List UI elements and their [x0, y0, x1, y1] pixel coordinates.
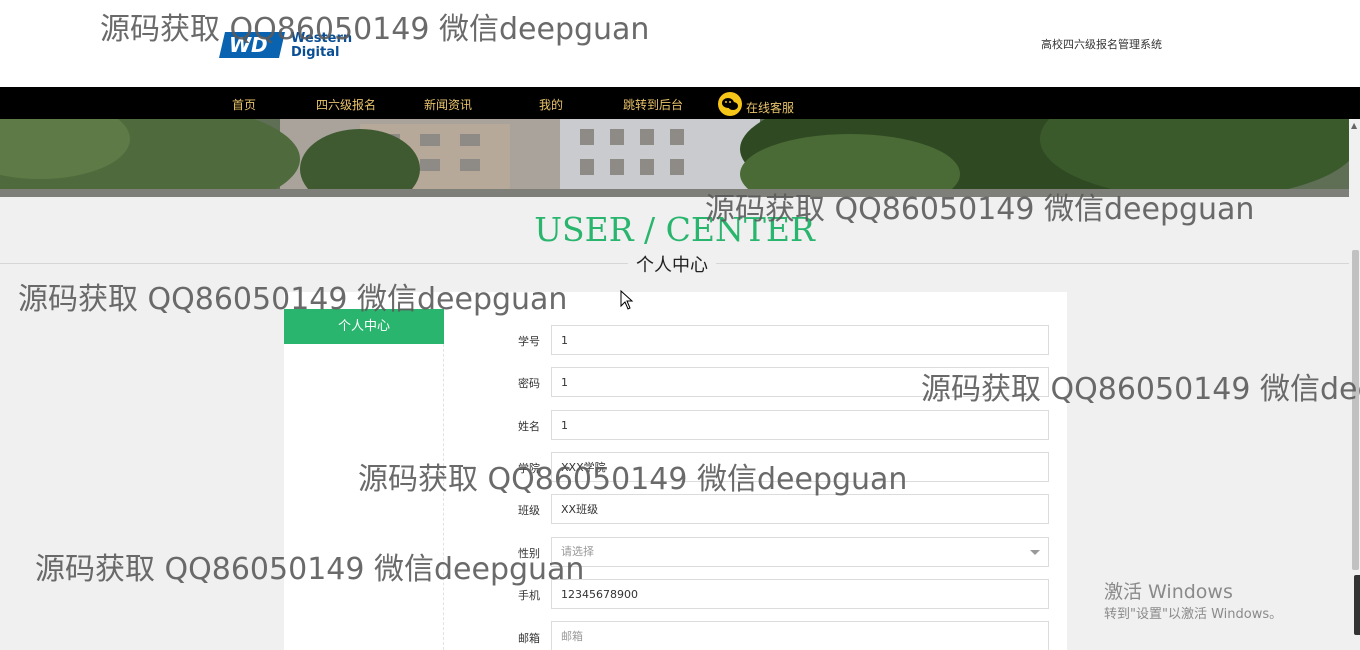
wechat-icon — [718, 92, 742, 116]
phone-label: 手机 — [518, 589, 540, 602]
mouse-cursor-icon — [620, 290, 634, 310]
email-input[interactable] — [551, 621, 1049, 650]
college-input[interactable] — [551, 452, 1049, 482]
name-label: 姓名 — [518, 420, 540, 433]
gender-select-placeholder: 请选择 — [561, 545, 594, 558]
sidebar-item-user-center[interactable]: 个人中心 — [284, 309, 444, 344]
email-label: 邮箱 — [518, 632, 540, 645]
page-title-en: USER / CENTER — [534, 210, 815, 249]
site-logo[interactable]: WD Western Digital — [219, 28, 371, 60]
name-input[interactable] — [551, 410, 1049, 440]
nav-admin[interactable]: 跳转到后台 — [623, 96, 683, 113]
password-input[interactable] — [551, 367, 1049, 397]
gender-select[interactable]: 请选择 — [551, 537, 1049, 567]
windows-activation-title: 激活 Windows — [1104, 581, 1233, 603]
chevron-down-icon — [1030, 550, 1040, 555]
side-tab[interactable] — [1354, 575, 1360, 635]
online-service-label: 在线客服 — [746, 100, 795, 115]
nav-home[interactable]: 首页 — [232, 96, 256, 113]
scrollbar-thumb[interactable] — [1352, 250, 1359, 570]
site-title: 高校四六级报名管理系统 — [1041, 38, 1162, 51]
class-label: 班级 — [518, 504, 540, 517]
scroll-up-icon[interactable]: ▲ — [1351, 121, 1357, 130]
nav-mine[interactable]: 我的 — [539, 96, 563, 113]
nav-cet-registration[interactable]: 四六级报名 — [316, 96, 376, 113]
banner-image — [0, 119, 1349, 197]
password-label: 密码 — [518, 377, 540, 390]
top-header: WD Western Digital 高校四六级报名管理系统 — [0, 0, 1360, 87]
windows-activation-hint: 转到"设置"以激活 Windows。 — [1104, 607, 1283, 622]
svg-text:WD: WD — [229, 33, 268, 57]
online-service-button[interactable]: 在线客服 — [718, 92, 794, 116]
main-nav: 首页 四六级报名 新闻资讯 我的 跳转到后台 在线客服 — [0, 87, 1360, 119]
wd-logo-icon: WD Western Digital — [219, 31, 352, 60]
class-input[interactable] — [551, 494, 1049, 524]
gender-label: 性别 — [518, 547, 540, 560]
svg-text:Western: Western — [291, 31, 352, 46]
college-label: 学院 — [518, 462, 540, 475]
nav-news[interactable]: 新闻资讯 — [424, 96, 472, 113]
phone-input[interactable] — [551, 579, 1049, 609]
page-title-cn: 个人中心 — [628, 251, 716, 277]
student-id-input[interactable] — [551, 325, 1049, 355]
svg-text:Digital: Digital — [291, 45, 339, 60]
student-id-label: 学号 — [518, 335, 540, 348]
sidebar-menu — [284, 309, 444, 650]
